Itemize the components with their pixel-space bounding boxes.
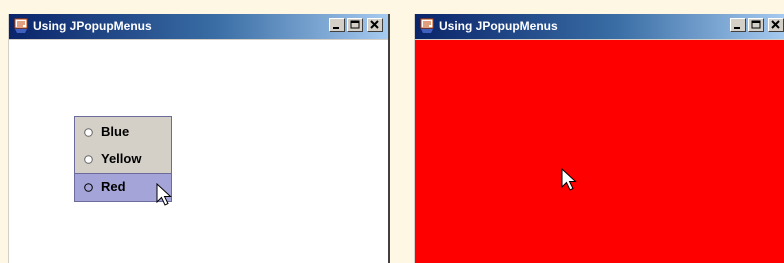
menu-item-label: Yellow: [101, 151, 142, 166]
menu-item-yellow[interactable]: Yellow: [75, 146, 171, 173]
minimize-button[interactable]: [329, 18, 345, 32]
app-window-left: Using JPopupMenus Blue Yellow Red: [8, 14, 390, 263]
menu-item-blue[interactable]: Blue: [75, 119, 171, 146]
window-title: Using JPopupMenus: [33, 19, 152, 33]
title-bar[interactable]: Using JPopupMenus: [415, 14, 784, 40]
maximize-button[interactable]: [347, 18, 363, 32]
menu-item-label: Red: [101, 179, 126, 194]
minimize-button[interactable]: [730, 18, 746, 32]
radio-unselected-icon: [84, 183, 93, 192]
mouse-cursor-icon: [561, 168, 577, 191]
mouse-cursor-icon: [156, 183, 172, 206]
window-title: Using JPopupMenus: [439, 19, 558, 33]
radio-unselected-icon: [84, 128, 93, 137]
maximize-button[interactable]: [748, 18, 764, 32]
java-app-icon[interactable]: [419, 18, 435, 34]
close-button[interactable]: [768, 18, 784, 32]
content-area-red[interactable]: [415, 40, 784, 263]
menu-item-label: Blue: [101, 124, 130, 139]
title-bar[interactable]: Using JPopupMenus: [9, 14, 388, 40]
radio-unselected-icon: [84, 155, 93, 164]
close-button[interactable]: [367, 18, 383, 32]
java-app-icon[interactable]: [13, 18, 29, 34]
app-window-right: Using JPopupMenus: [414, 14, 784, 263]
content-area[interactable]: Blue Yellow Red: [9, 40, 388, 263]
